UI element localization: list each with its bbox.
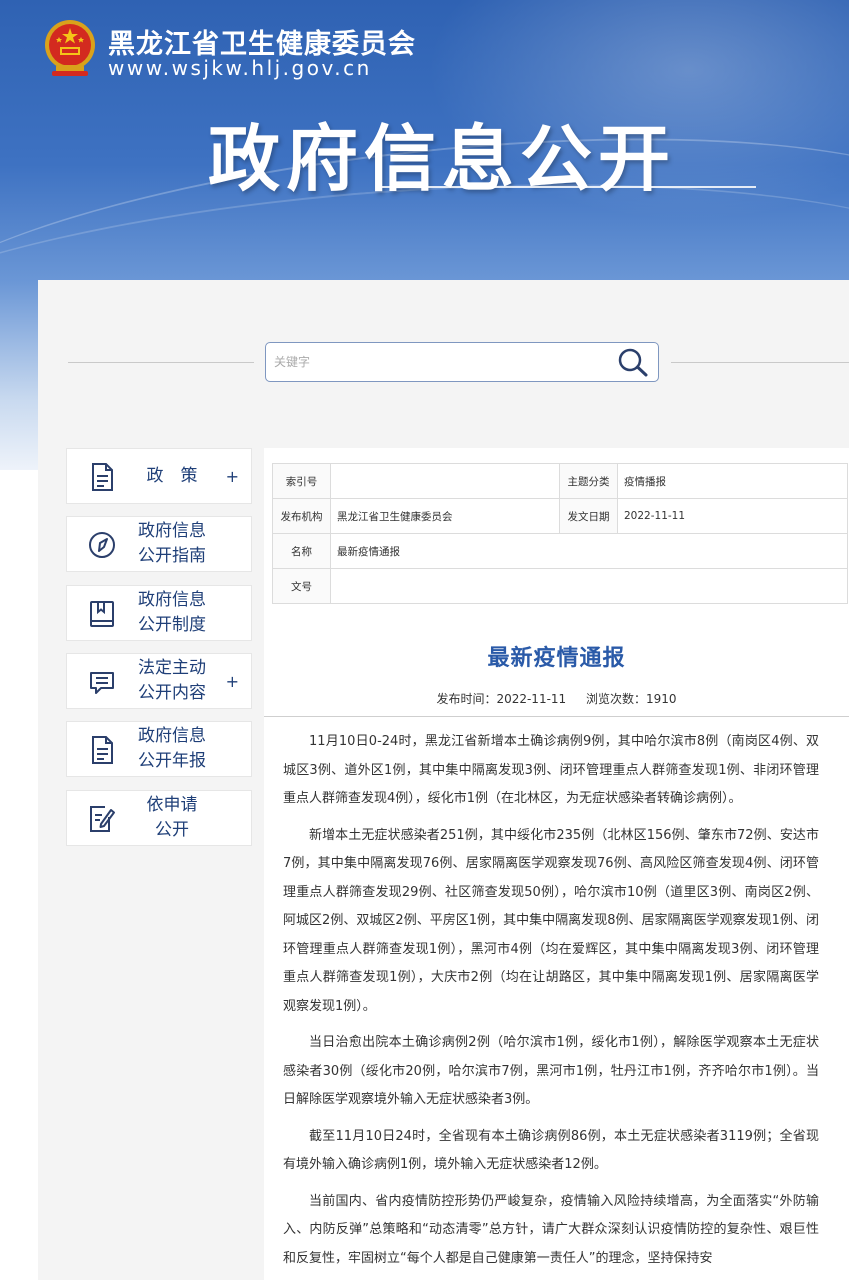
article-meta: 发布时间：2022-11-11 浏览次数：1910 xyxy=(264,690,849,707)
meta-label: 名称 xyxy=(272,533,331,569)
meta-value xyxy=(330,463,560,499)
book-icon xyxy=(90,601,114,627)
sidebar-item-application[interactable]: 依申请 公开 xyxy=(66,790,252,846)
article-paragraph: 截至11月10日24时，全省现有本土确诊病例86例，本土无症状感染者3119例；… xyxy=(283,1128,819,1173)
document-meta-table: 索引号 主题分类 疫情播报 发布机构 黑龙江省卫生健康委员会 发文日期 2022… xyxy=(272,463,848,604)
article-paragraph: 当前国内、省内疫情防控形势仍严峻复杂，疫情输入风险持续增高，为全面落实“外防输入… xyxy=(283,1193,819,1266)
national-emblem-icon xyxy=(45,20,95,76)
sidebar-item-policy[interactable]: 政 策 + xyxy=(66,448,252,504)
article-paragraph: 当日治愈出院本土确诊病例2例（哈尔滨市1例，绥化市1例），解除医学观察本土无症状… xyxy=(283,1035,819,1107)
search-box xyxy=(265,342,659,382)
meta-label: 索引号 xyxy=(272,463,331,499)
sidebar-item-label: 依申请 公开 xyxy=(146,795,198,840)
search-icon[interactable] xyxy=(616,347,650,377)
article-paragraph: 11月10日0-24时，黑龙江省新增本土确诊病例9例，其中哈尔滨市8例（南岗区4… xyxy=(283,734,819,806)
meta-label: 文号 xyxy=(272,568,331,604)
sidebar-item-label: 政府信息 公开年报 xyxy=(138,726,206,771)
article-paragraph: 新增本土无症状感染者251例，其中绥化市235例（北林区156例、肇东市72例、… xyxy=(283,827,819,1014)
sidebar-item-guide[interactable]: 政府信息 公开指南 xyxy=(66,516,252,572)
compass-icon xyxy=(89,532,115,558)
divider xyxy=(671,362,849,363)
meta-value xyxy=(330,568,848,604)
expand-plus-icon[interactable]: + xyxy=(226,467,239,486)
divider xyxy=(264,716,849,717)
edit-form-icon xyxy=(90,806,115,832)
report-icon xyxy=(92,736,113,764)
article-body: 11月10日0-24时，黑龙江省新增本土确诊病例9例，其中哈尔滨市8例（南岗区4… xyxy=(283,728,819,1280)
document-icon xyxy=(92,463,113,491)
divider xyxy=(68,362,254,363)
sidebar-item-label: 法定主动 公开内容 xyxy=(138,658,206,703)
meta-value: 最新疫情通报 xyxy=(330,533,848,569)
title-underline xyxy=(380,186,756,188)
site-url[interactable]: www.wsjkw.hlj.gov.cn xyxy=(108,56,372,80)
sidebar-item-label: 政府信息 公开制度 xyxy=(138,590,206,635)
sidebar-item-label: 政府信息 公开指南 xyxy=(138,521,206,566)
search-input[interactable] xyxy=(274,351,604,373)
sidebar-item-system[interactable]: 政府信息 公开制度 xyxy=(66,585,252,641)
meta-value: 疫情播报 xyxy=(617,463,848,499)
meta-value: 2022-11-11 xyxy=(617,498,848,534)
expand-plus-icon[interactable]: + xyxy=(226,672,239,691)
chat-list-icon xyxy=(90,672,114,694)
banner-title: 政府信息公开 xyxy=(208,117,677,201)
publish-time: 发布时间：2022-11-11 xyxy=(436,692,567,706)
sidebar-item-statutory[interactable]: 法定主动 公开内容 + xyxy=(66,653,252,709)
meta-label: 发布机构 xyxy=(272,498,331,534)
sidebar-item-label: 政 策 xyxy=(146,465,198,486)
sidebar-item-annual-report[interactable]: 政府信息 公开年报 xyxy=(66,721,252,777)
view-count: 浏览次数：1910 xyxy=(586,692,677,706)
meta-value: 黑龙江省卫生健康委员会 xyxy=(330,498,560,534)
meta-label: 主题分类 xyxy=(559,463,618,499)
article-title: 最新疫情通报 xyxy=(487,646,626,671)
meta-label: 发文日期 xyxy=(559,498,618,534)
